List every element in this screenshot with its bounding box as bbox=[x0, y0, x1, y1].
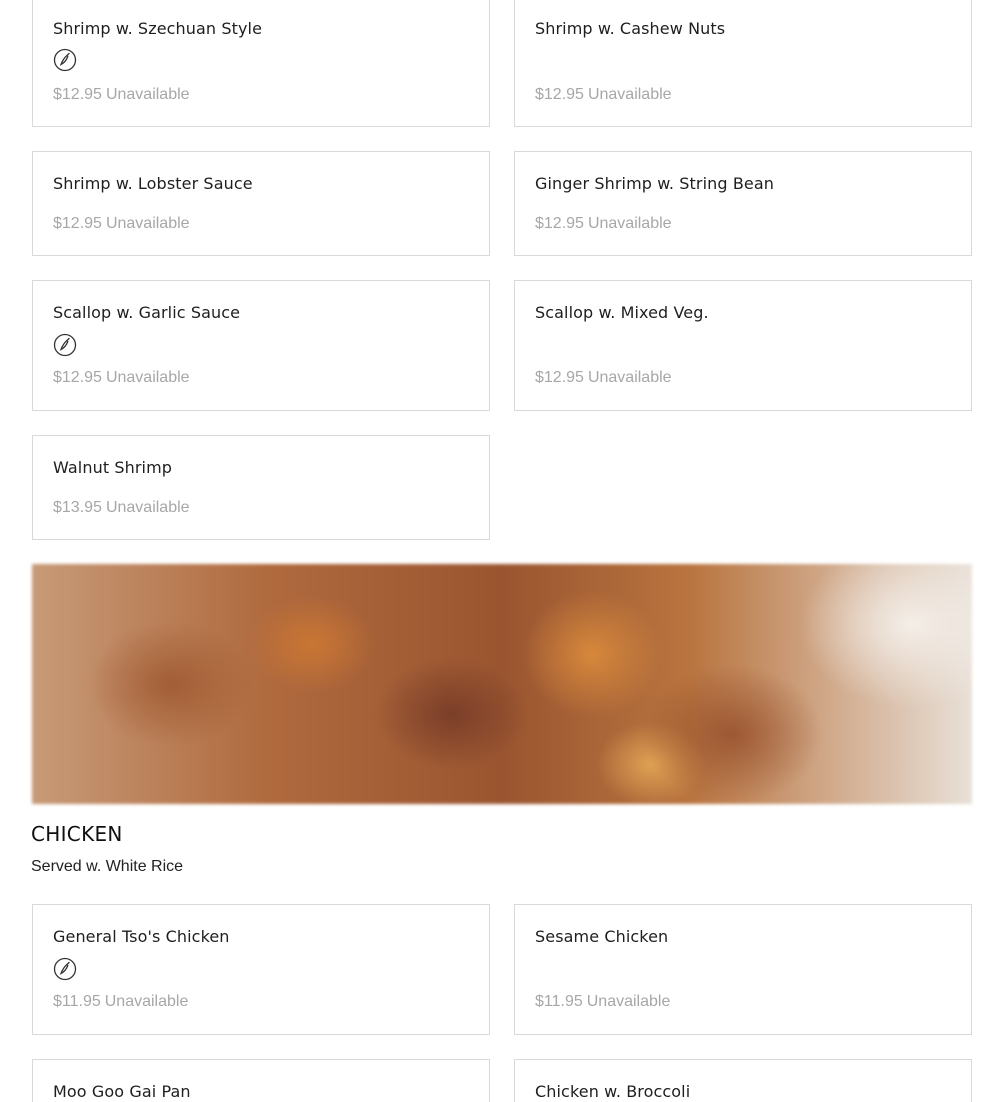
menu-item-price: $12.95 bbox=[535, 215, 584, 232]
menu-item-name: Walnut Shrimp bbox=[53, 458, 173, 477]
menu-item-card[interactable]: Walnut Shrimp $13.95 Unavailable bbox=[32, 435, 490, 540]
menu-item-card[interactable]: Shrimp w. Szechuan Style $12.95 Unavailab… bbox=[32, 0, 490, 127]
menu-item-price: $13.95 bbox=[53, 499, 102, 516]
availability-status: Unavailable bbox=[587, 215, 672, 232]
menu-item-price: $11.95 bbox=[53, 993, 101, 1010]
menu-item-card[interactable]: Sesame Chicken $11.95 Unavailable bbox=[514, 904, 972, 1035]
menu-item-card[interactable]: Chicken w. Broccoli bbox=[514, 1059, 972, 1102]
availability-status: Unavailable bbox=[587, 86, 672, 103]
section-subtitle: Served w. White Rice bbox=[31, 858, 184, 875]
menu-item-price: $12.95 bbox=[535, 86, 584, 103]
section-title: CHICKEN bbox=[31, 822, 123, 846]
menu-item-price: $12.95 bbox=[53, 215, 102, 232]
menu-item-card[interactable]: Scallop w. Garlic Sauce $12.95 Unavailabl… bbox=[32, 280, 490, 411]
menu-item-card[interactable]: Ginger Shrimp w. String Bean $12.95 Unava… bbox=[514, 151, 972, 256]
menu-item-card[interactable]: Shrimp w. Lobster Sauce $12.95 Unavailabl… bbox=[32, 151, 490, 256]
menu-item-card[interactable]: Shrimp w. Cashew Nuts $12.95 Unavailable bbox=[514, 0, 972, 127]
menu-item-card[interactable]: General Tso's Chicken $11.95 Unavailable bbox=[32, 904, 490, 1035]
availability-status: Unavailable bbox=[105, 369, 190, 386]
menu-item-name: Scallop w. Mixed Veg. bbox=[535, 303, 709, 322]
menu-item-price: $11.95 bbox=[535, 993, 583, 1010]
availability-status: Unavailable bbox=[105, 86, 190, 103]
menu-item-price: $12.95 bbox=[535, 369, 584, 386]
chili-pepper-icon bbox=[53, 48, 77, 72]
menu-item-name: Shrimp w. Lobster Sauce bbox=[53, 174, 253, 193]
menu-item-name: General Tso's Chicken bbox=[53, 927, 230, 946]
menu-item-price: $12.95 bbox=[53, 86, 102, 103]
availability-status: Unavailable bbox=[104, 993, 189, 1010]
menu-item-name: Chicken w. Broccoli bbox=[535, 1082, 691, 1101]
menu-item-name: Sesame Chicken bbox=[535, 927, 669, 946]
chicken-section-banner-image bbox=[32, 564, 972, 804]
chili-pepper-icon bbox=[53, 333, 77, 357]
menu-item-price: $12.95 bbox=[53, 369, 102, 386]
menu-item-name: Scallop w. Garlic Sauce bbox=[53, 303, 241, 322]
availability-status: Unavailable bbox=[105, 499, 190, 516]
menu-item-name: Shrimp w. Cashew Nuts bbox=[535, 19, 726, 38]
menu-item-name: Ginger Shrimp w. String Bean bbox=[535, 174, 774, 193]
availability-status: Unavailable bbox=[586, 993, 671, 1010]
menu-item-card[interactable]: Scallop w. Mixed Veg. $12.95 Unavailable bbox=[514, 280, 972, 411]
availability-status: Unavailable bbox=[587, 369, 672, 386]
menu-item-card[interactable]: Moo Goo Gai Pan bbox=[32, 1059, 490, 1102]
menu-item-name: Moo Goo Gai Pan bbox=[53, 1082, 191, 1101]
availability-status: Unavailable bbox=[105, 215, 190, 232]
chili-pepper-icon bbox=[53, 957, 77, 981]
menu-item-name: Shrimp w. Szechuan Style bbox=[53, 19, 263, 38]
